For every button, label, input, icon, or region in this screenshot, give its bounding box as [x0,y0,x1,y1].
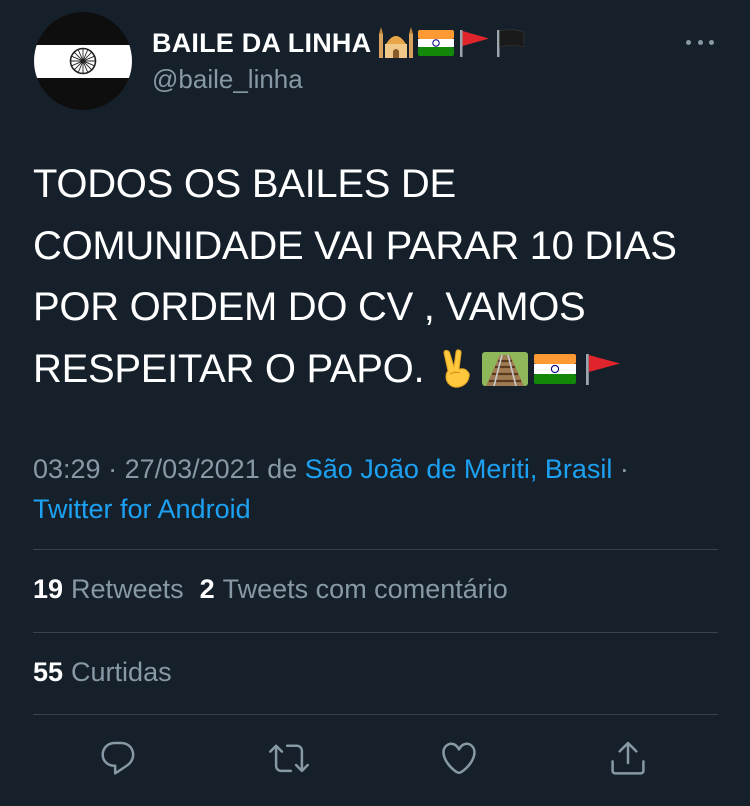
share-icon [611,741,645,775]
more-dot-icon [686,39,691,45]
retweets-label: Retweets [71,574,184,604]
quotes-count: 2 [199,574,215,604]
retweet-icon [269,744,309,773]
meta-from-label: de [259,454,305,484]
red-triangular-flag-emoji-icon [586,354,621,386]
quotes-stat[interactable]: 2 Tweets com comentário [200,574,508,605]
like-icon [442,742,476,775]
retweet-stats: 19 Retweets 2 Tweets com comentário [33,574,524,605]
reply-button[interactable] [96,736,140,780]
retweets-count: 19 [33,574,64,604]
black-flag-emoji-icon [497,29,525,57]
tweet-emojis [438,349,622,389]
meta-separator: · [100,454,125,484]
tweet-text-line: RESPEITAR O PAPO. [33,346,425,391]
tweet-meta: 03:29 · 27/03/2021 de São João de Meriti… [33,449,723,529]
name-row[interactable]: BAILE DA LINHA [152,26,528,60]
share-button[interactable] [606,736,650,780]
tweet-text-last-line: RESPEITAR O PAPO. [33,339,723,401]
like-button[interactable] [437,736,481,780]
tweet-text-line: POR ORDEM DO CV , VAMOS [33,285,586,329]
more-options-button[interactable] [684,30,716,54]
ashoka-chakra-icon [69,47,97,75]
divider [33,549,718,550]
divider [33,632,718,633]
tweet-location-link[interactable]: São João de Meriti, Brasil [305,454,613,484]
likes-label: Curtidas [71,657,172,687]
display-name[interactable]: BAILE DA LINHA [152,28,371,59]
name-emojis [377,26,528,60]
india-flag-emoji-icon [418,30,455,56]
quotes-label: Tweets com comentário [222,574,508,604]
tweet-text-line: COMUNIDADE VAI PARAR 10 DIAS [33,223,677,268]
more-dot-icon [709,39,714,45]
tweet-detail: BAILE DA LINHA @baile_linha TODOS OS BAI… [0,0,750,806]
tweet-time[interactable]: 03:29 [33,454,101,484]
action-bar [0,736,750,780]
mosque-emoji-icon [379,27,414,58]
railway-track-emoji-icon [482,352,529,387]
india-flag-emoji-icon [534,354,577,385]
tweet-date[interactable]: 27/03/2021 [125,454,260,484]
likes-count: 55 [33,657,64,687]
victory-hand-emoji-icon [443,349,471,389]
retweet-button[interactable] [267,736,311,780]
reply-icon [101,741,135,775]
tweet-text-line: TODOS OS BAILES DE [33,162,456,206]
user-handle[interactable]: @baile_linha [152,64,303,95]
avatar[interactable] [34,12,132,110]
like-stats: 55 Curtidas [33,657,188,688]
divider [33,714,718,715]
tweet-source-link[interactable]: Twitter for Android [33,494,251,524]
red-triangular-flag-emoji-icon [460,30,490,57]
retweets-stat[interactable]: 19 Retweets [33,574,184,605]
more-dot-icon [697,39,703,45]
tweet-text: TODOS OS BAILES DE COMUNIDADE VAI PARAR … [33,154,723,400]
likes-stat[interactable]: 55 Curtidas [33,657,172,688]
meta-separator: · [612,454,629,484]
